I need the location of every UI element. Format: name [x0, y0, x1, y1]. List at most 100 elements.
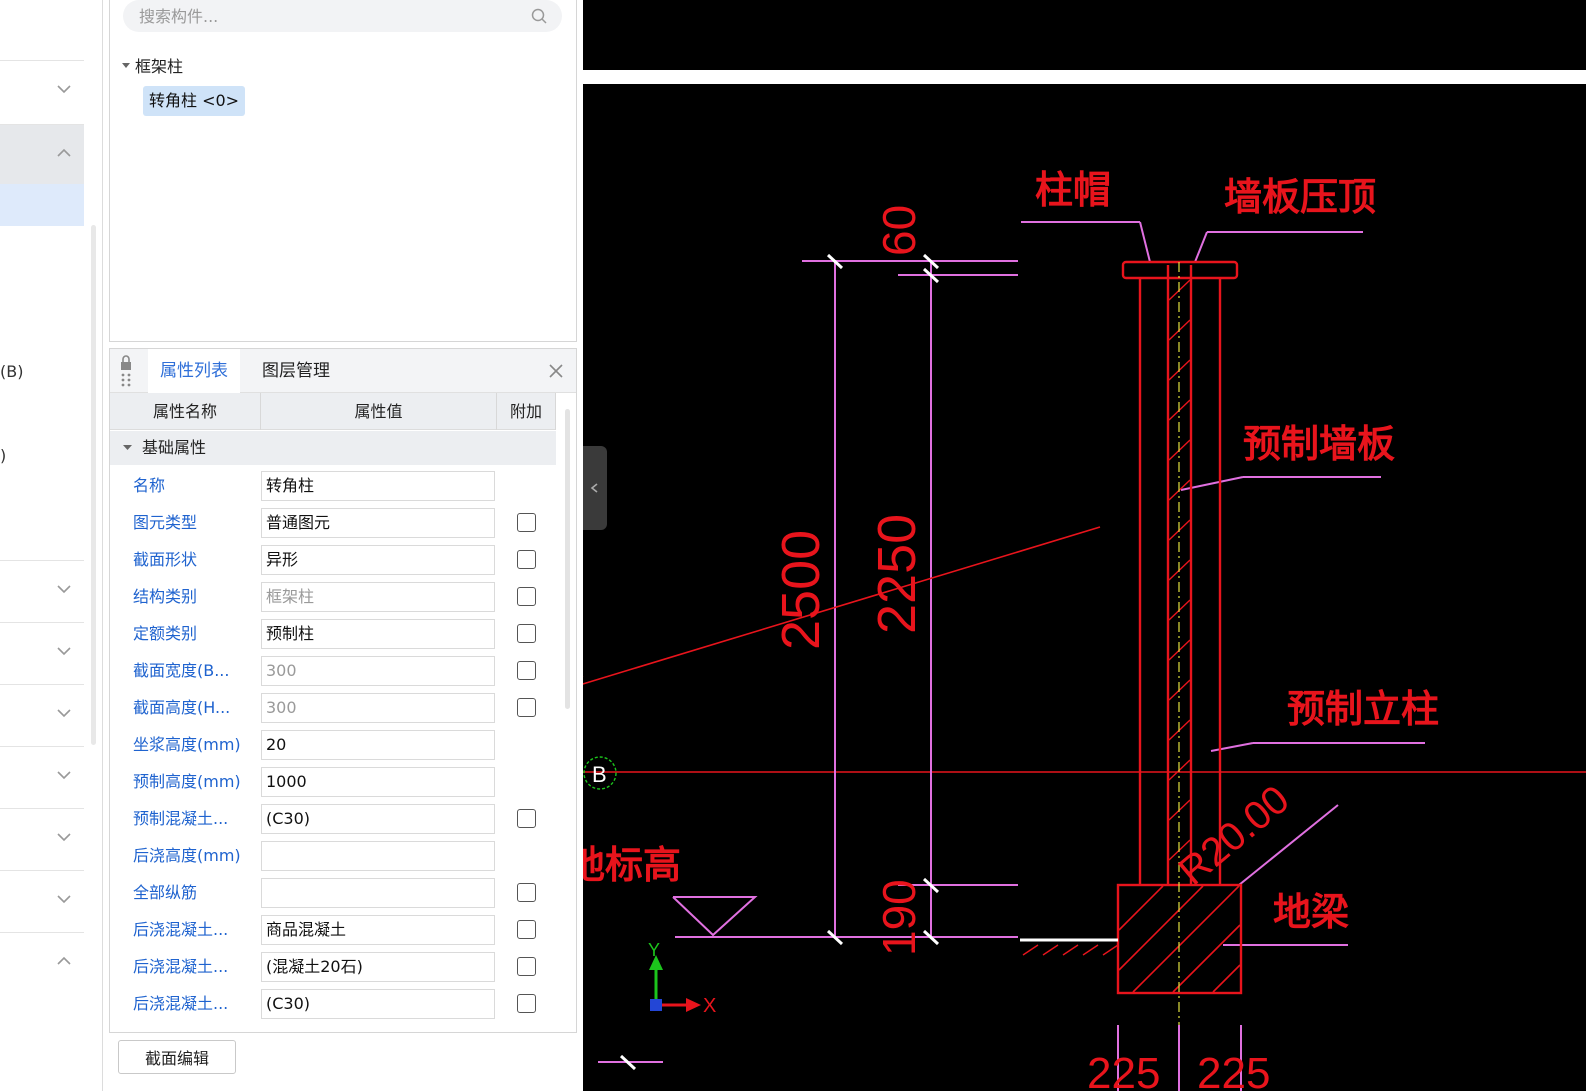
property-value-field[interactable]: (C30) — [261, 989, 495, 1019]
nav-label-paren: ) — [0, 446, 7, 465]
property-value-field[interactable]: 转角柱 — [261, 471, 495, 501]
property-name: 后浇混凝土... — [133, 957, 229, 976]
property-value-field[interactable] — [261, 878, 495, 908]
property-value-field[interactable]: 20 — [261, 730, 495, 760]
tab-layer-management[interactable]: 图层管理 — [250, 349, 342, 393]
group-basic-properties[interactable]: 基础属性 — [110, 431, 556, 465]
cad-top-band — [583, 70, 1586, 84]
property-value-field[interactable]: 异形 — [261, 545, 495, 575]
ucs-x-label: X — [703, 995, 716, 1017]
property-name: 截面高度(H... — [133, 698, 231, 717]
panel-collapse-handle[interactable] — [583, 446, 607, 530]
cad-canvas[interactable]: 2500 60 2250 190 225 225 R20.00 柱帽 墙板压顶 … — [583, 0, 1586, 1091]
property-name: 后浇高度(mm) — [133, 846, 241, 865]
ucs-icon — [649, 955, 701, 1012]
nav-section-5[interactable] — [0, 684, 84, 744]
caret-down-icon — [122, 63, 130, 68]
extra-checkbox[interactable] — [517, 883, 536, 902]
radius-label: R20.00 — [1171, 777, 1298, 894]
chevron-left-icon — [590, 483, 598, 493]
column-header-name: 属性名称 — [110, 393, 261, 430]
property-row: 截面高度(H... 300 — [110, 689, 556, 726]
nav-scrollbar[interactable] — [91, 225, 96, 745]
nav-selected-item[interactable] — [0, 184, 84, 226]
property-name: 预制混凝土... — [133, 809, 229, 828]
search-input[interactable] — [139, 0, 519, 32]
left-nav: (B) ) — [0, 0, 103, 1091]
app-window: (B) ) 搜索构件... 框架柱 转角柱 <0> 属性列表 图层管理 属性名称… — [0, 0, 1586, 1091]
nav-label-b: (B) — [0, 362, 24, 381]
nav-section-7[interactable] — [0, 808, 84, 868]
tree-node-frame-column[interactable]: 框架柱 — [120, 54, 183, 76]
property-value-field[interactable]: 300 — [261, 693, 495, 723]
dimension-total: 2500 — [771, 530, 831, 650]
property-name: 后浇混凝土... — [133, 920, 229, 939]
search-box — [123, 0, 562, 32]
annotation-arrow-line-a — [583, 526, 1101, 685]
nav-section-2[interactable] — [0, 124, 84, 184]
property-row: 全部纵筋 — [110, 874, 556, 911]
label-wall-top: 墙板压顶 — [1224, 175, 1376, 219]
dimension-base-left: 225 — [1087, 1049, 1160, 1091]
property-value-field[interactable]: 预制柱 — [261, 619, 495, 649]
extra-checkbox[interactable] — [517, 661, 536, 680]
tree-item-corner-column[interactable]: 转角柱 <0> — [143, 86, 246, 116]
nav-section-4[interactable] — [0, 622, 84, 682]
property-value-field[interactable]: 普通图元 — [261, 508, 495, 538]
extra-checkbox[interactable] — [517, 587, 536, 606]
property-name: 截面宽度(B... — [133, 661, 230, 680]
property-name: 后浇混凝土... — [133, 994, 229, 1013]
property-value-field[interactable] — [261, 841, 495, 871]
extra-checkbox[interactable] — [517, 994, 536, 1013]
property-name: 定额类别 — [133, 624, 198, 643]
lock-icon[interactable] — [118, 355, 134, 387]
property-row: 后浇混凝土... (C30) — [110, 985, 556, 1022]
nav-section-8[interactable] — [0, 870, 84, 930]
extra-checkbox[interactable] — [517, 513, 536, 532]
nav-section-6[interactable] — [0, 746, 84, 806]
chevron-down-icon — [57, 895, 71, 904]
property-value-field[interactable]: 框架柱 — [261, 582, 495, 612]
property-row: 图元类型 普通图元 — [110, 504, 556, 541]
extra-checkbox[interactable] — [517, 920, 536, 939]
property-row: 预制高度(mm) 1000 — [110, 763, 556, 800]
group-label: 基础属性 — [142, 438, 207, 457]
tree-node-label: 框架柱 — [135, 57, 184, 76]
chevron-up-icon — [57, 956, 71, 965]
property-name: 预制高度(mm) — [133, 772, 241, 791]
property-name: 截面形状 — [133, 550, 198, 569]
extra-checkbox[interactable] — [517, 698, 536, 717]
property-row: 预制混凝土... (C30) — [110, 800, 556, 837]
ucs-y-label: Y — [648, 940, 660, 960]
extra-checkbox[interactable] — [517, 809, 536, 828]
chevron-down-icon — [57, 647, 71, 656]
dimension-middle: 2250 — [867, 514, 927, 634]
property-value-field[interactable]: (混凝土20石) — [261, 952, 495, 982]
nav-section-3[interactable] — [0, 560, 84, 620]
nav-section-1[interactable] — [0, 60, 84, 120]
search-icon[interactable] — [530, 7, 548, 25]
cad-drawing: 2500 60 2250 190 225 225 R20.00 柱帽 墙板压顶 … — [583, 70, 1586, 1091]
extra-checkbox[interactable] — [517, 957, 536, 976]
property-tabs: 属性列表 图层管理 — [110, 349, 576, 393]
chevron-down-icon — [57, 833, 71, 842]
extra-checkbox[interactable] — [517, 550, 536, 569]
property-value-field[interactable]: (C30) — [261, 804, 495, 834]
property-row: 结构类别 框架柱 — [110, 578, 556, 615]
chevron-down-icon — [57, 585, 71, 594]
extra-checkbox[interactable] — [517, 624, 536, 643]
section-edit-button[interactable]: 截面编辑 — [118, 1040, 236, 1074]
property-value-field[interactable]: 商品混凝土 — [261, 915, 495, 945]
ground-hatch — [1022, 944, 1119, 956]
property-value-field[interactable]: 1000 — [261, 767, 495, 797]
property-panel: 属性列表 图层管理 属性名称 属性值 附加 基础属性 名称 转角柱 图元类型 普通图元… — [109, 348, 577, 1033]
property-value-field[interactable]: 300 — [261, 656, 495, 686]
label-column-cap: 柱帽 — [1035, 168, 1111, 212]
property-row: 后浇高度(mm) — [110, 837, 556, 874]
property-scrollbar[interactable] — [565, 409, 570, 709]
caret-down-icon — [123, 445, 132, 450]
nav-section-9[interactable] — [0, 932, 84, 992]
tab-property-list[interactable]: 属性列表 — [148, 349, 240, 393]
close-icon[interactable] — [548, 363, 564, 379]
dimension-base-right: 225 — [1197, 1049, 1270, 1091]
